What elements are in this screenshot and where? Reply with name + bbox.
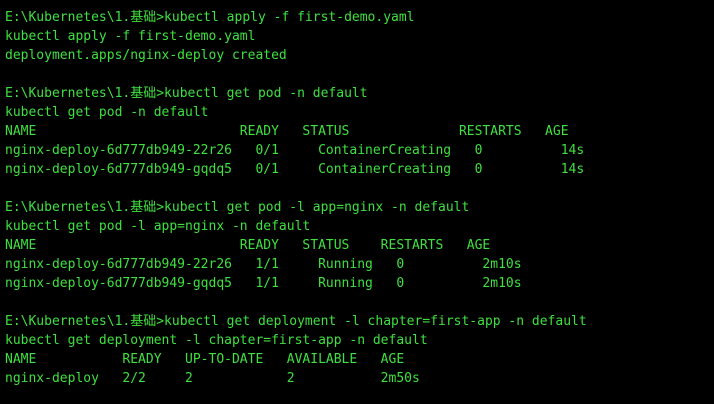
prompt-command-apply: E:\Kubernetes\1.基础>kubectl apply -f firs…	[5, 10, 415, 25]
table-row: nginx-deploy-6d777db949-22r26 1/1 Runnin…	[5, 257, 522, 272]
prompt-command-get-deployment: E:\Kubernetes\1.基础>kubectl get deploymen…	[5, 314, 587, 329]
table-header: NAME READY STATUS RESTARTS AGE	[5, 124, 569, 139]
table-row: nginx-deploy-6d777db949-gqdq5 1/1 Runnin…	[5, 276, 522, 291]
table-row: nginx-deploy-6d777db949-22r26 0/1 Contai…	[5, 143, 585, 158]
prompt-command-get-pod: E:\Kubernetes\1.基础>kubectl get pod -n de…	[5, 86, 368, 101]
command-echo: kubectl apply -f first-demo.yaml	[5, 29, 256, 44]
output-line: deployment.apps/nginx-deploy created	[5, 48, 287, 63]
terminal-window[interactable]: E:\Kubernetes\1.基础>kubectl apply -f firs…	[0, 0, 714, 404]
command-echo: kubectl get pod -l app=nginx -n default	[5, 219, 311, 234]
table-header: NAME READY STATUS RESTARTS AGE	[5, 238, 491, 253]
command-echo: kubectl get pod -n default	[5, 105, 209, 120]
command-echo: kubectl get deployment -l chapter=first-…	[5, 333, 428, 348]
table-header: NAME READY UP-TO-DATE AVAILABLE AGE	[5, 352, 405, 367]
table-row: nginx-deploy 2/2 2 2 2m50s	[5, 371, 420, 386]
table-row: nginx-deploy-6d777db949-gqdq5 0/1 Contai…	[5, 162, 585, 177]
prompt-command-get-pod-label: E:\Kubernetes\1.基础>kubectl get pod -l ap…	[5, 200, 470, 215]
